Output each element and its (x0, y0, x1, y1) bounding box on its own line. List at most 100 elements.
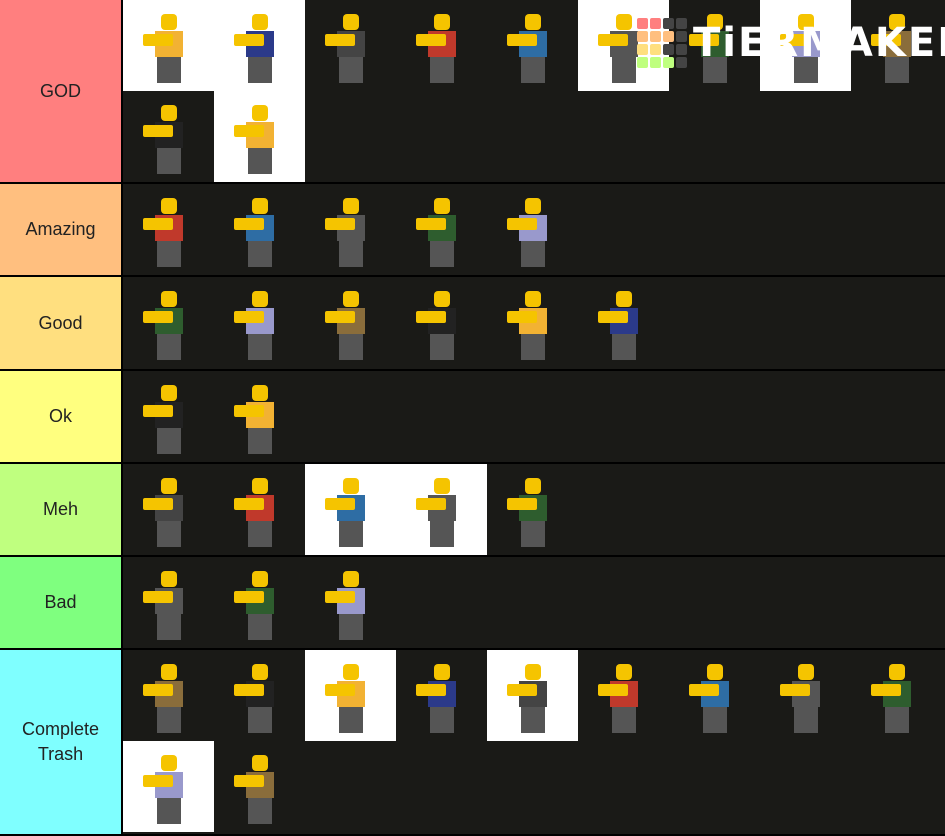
tower-card[interactable] (305, 650, 396, 741)
tower-card[interactable] (487, 464, 578, 555)
character-image (324, 664, 371, 734)
character-image (506, 14, 553, 84)
character-image (142, 385, 189, 455)
character-image (142, 291, 189, 361)
tower-card[interactable] (487, 277, 578, 368)
tower-card[interactable] (305, 464, 396, 555)
tower-card[interactable] (487, 0, 578, 91)
tower-card[interactable] (123, 371, 214, 462)
tower-card[interactable] (851, 650, 942, 741)
logo-text: TiERMAKER (693, 20, 945, 66)
tower-card[interactable] (487, 184, 578, 275)
tower-card[interactable] (214, 741, 305, 832)
tower-card[interactable] (123, 91, 214, 182)
tier-row: Meh (0, 464, 945, 557)
tower-card[interactable] (305, 0, 396, 91)
character-image (142, 105, 189, 175)
tier-items (123, 277, 945, 369)
tiermaker-grid-icon (637, 18, 687, 68)
tower-card[interactable] (396, 650, 487, 741)
tower-card[interactable] (305, 277, 396, 368)
tier-row: Ok (0, 371, 945, 464)
character-image (142, 14, 189, 84)
tower-card[interactable] (123, 464, 214, 555)
character-image (142, 571, 189, 641)
character-image (233, 664, 280, 734)
character-image (779, 664, 826, 734)
character-image (506, 291, 553, 361)
tier-label[interactable]: Good (0, 277, 123, 369)
tower-card[interactable] (396, 277, 487, 368)
tier-label[interactable]: Meh (0, 464, 123, 555)
tier-items (123, 557, 945, 648)
tower-card[interactable] (214, 464, 305, 555)
tier-row: Good (0, 277, 945, 371)
tower-card[interactable] (396, 184, 487, 275)
tower-card[interactable] (578, 277, 669, 368)
character-image (415, 478, 462, 548)
character-image (415, 198, 462, 268)
character-image (233, 198, 280, 268)
tier-label[interactable]: Amazing (0, 184, 123, 275)
tier-row: Bad (0, 557, 945, 650)
tier-list-board: GOD Amazing Good Ok Meh Bad Complete Trash TiER… (0, 0, 945, 836)
tower-card[interactable] (578, 650, 669, 741)
tower-card[interactable] (123, 0, 214, 91)
tier-items (123, 184, 945, 275)
character-image (233, 385, 280, 455)
tower-card[interactable] (214, 277, 305, 368)
tower-card[interactable] (214, 0, 305, 91)
character-image (415, 14, 462, 84)
character-image (688, 664, 735, 734)
tower-card[interactable] (214, 371, 305, 462)
tier-label[interactable]: GOD (0, 0, 123, 182)
character-image (142, 478, 189, 548)
character-image (324, 291, 371, 361)
tower-card[interactable] (123, 277, 214, 368)
character-image (870, 664, 917, 734)
character-image (142, 664, 189, 734)
tower-card[interactable] (123, 650, 214, 741)
character-image (233, 755, 280, 825)
character-image (415, 291, 462, 361)
character-image (233, 571, 280, 641)
tiermaker-logo: TiERMAKER (637, 18, 945, 68)
tower-card[interactable] (487, 650, 578, 741)
tier-label[interactable]: Ok (0, 371, 123, 462)
character-image (324, 478, 371, 548)
tower-card[interactable] (123, 184, 214, 275)
character-image (233, 478, 280, 548)
character-image (324, 14, 371, 84)
tier-label[interactable]: Bad (0, 557, 123, 648)
character-image (233, 14, 280, 84)
character-image (142, 755, 189, 825)
tier-items (123, 650, 945, 834)
character-image (324, 198, 371, 268)
tower-card[interactable] (669, 650, 760, 741)
tower-card[interactable] (214, 91, 305, 182)
character-image (233, 291, 280, 361)
character-image (506, 664, 553, 734)
character-image (597, 291, 644, 361)
tier-row: Amazing (0, 184, 945, 277)
tier-items (123, 371, 945, 462)
tower-card[interactable] (305, 184, 396, 275)
tower-card[interactable] (396, 464, 487, 555)
character-image (233, 105, 280, 175)
tower-card[interactable] (123, 741, 214, 832)
tower-card[interactable] (214, 557, 305, 648)
character-image (597, 664, 644, 734)
tower-card[interactable] (396, 0, 487, 91)
tier-row: Complete Trash (0, 650, 945, 836)
tier-label[interactable]: Complete Trash (0, 650, 123, 834)
tower-card[interactable] (123, 557, 214, 648)
character-image (142, 198, 189, 268)
character-image (506, 478, 553, 548)
tier-items (123, 464, 945, 555)
character-image (324, 571, 371, 641)
tower-card[interactable] (760, 650, 851, 741)
tower-card[interactable] (214, 650, 305, 741)
tower-card[interactable] (214, 184, 305, 275)
character-image (415, 664, 462, 734)
tower-card[interactable] (305, 557, 396, 648)
